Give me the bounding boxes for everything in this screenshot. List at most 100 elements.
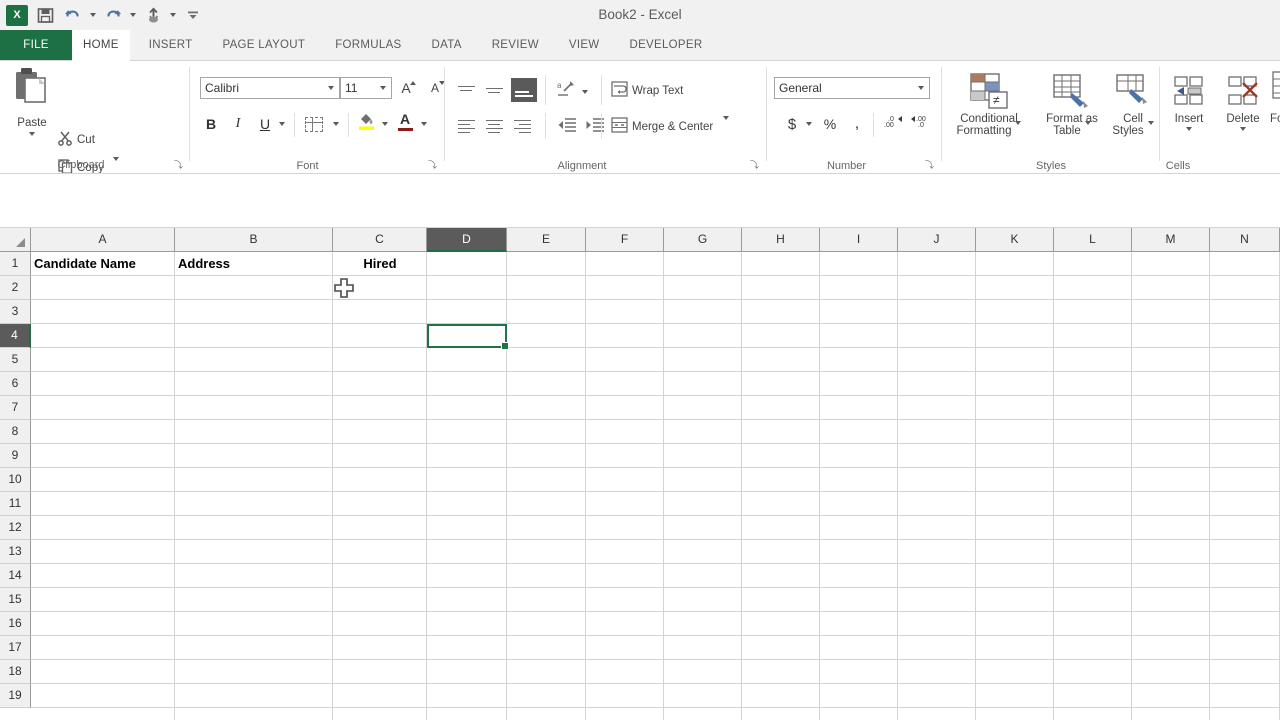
ribbon-tab-insert[interactable]: INSERT <box>138 30 204 61</box>
column-header-L[interactable]: L <box>1054 228 1132 252</box>
row-header-2[interactable]: 2 <box>0 276 31 300</box>
row-header-11[interactable]: 11 <box>0 492 31 516</box>
shrink-font-button[interactable]: A <box>424 77 446 99</box>
number-dialog-launcher[interactable]: ⤵ <box>924 160 935 171</box>
column-header-M[interactable]: M <box>1132 228 1210 252</box>
cell-styles-button[interactable]: Cell Styles <box>1106 69 1160 137</box>
align-right-button[interactable] <box>509 113 535 139</box>
cut-button[interactable]: Cut <box>58 131 95 149</box>
column-header-D[interactable]: D <box>427 228 507 252</box>
column-header-J[interactable]: J <box>898 228 976 252</box>
cell-A1[interactable]: Candidate Name <box>34 252 136 276</box>
paste-dropdown-caret-icon[interactable] <box>6 132 58 136</box>
top-align-button[interactable] <box>453 77 479 103</box>
format-as-table-button[interactable]: Format as Table <box>1036 69 1108 137</box>
active-cell-selection[interactable] <box>427 324 509 350</box>
bottom-align-button[interactable] <box>509 75 539 105</box>
orientation-button[interactable]: a <box>553 77 579 103</box>
row-header-17[interactable]: 17 <box>0 636 31 660</box>
undo-icon[interactable] <box>60 3 86 27</box>
grow-font-button[interactable]: A <box>395 77 417 99</box>
ribbon-tab-view[interactable]: VIEW <box>558 30 611 61</box>
merge-center-dropdown-caret-icon[interactable] <box>723 115 730 134</box>
row-header-4[interactable]: 4 <box>0 324 31 348</box>
row-header-5[interactable]: 5 <box>0 348 31 372</box>
row-header-18[interactable]: 18 <box>0 660 31 684</box>
column-header-A[interactable]: A <box>31 228 175 252</box>
increase-decimal-button[interactable]: .0 .00 <box>881 111 907 133</box>
spreadsheet-grid[interactable]: ABCDEFGHIJKLMN 1 2 3 4 5 6 7 8 9 10 11 12 13 14 15 16 17… <box>0 228 1280 720</box>
paste-button[interactable]: Paste <box>6 117 58 136</box>
column-header-N[interactable]: N <box>1210 228 1280 252</box>
select-all-corner-button[interactable] <box>0 228 31 252</box>
number-format-combo[interactable]: General <box>774 77 930 104</box>
customize-qat-icon[interactable] <box>180 3 206 27</box>
cell-styles-dropdown-caret-icon[interactable] <box>1147 121 1154 137</box>
row-header-3[interactable]: 3 <box>0 300 31 324</box>
insert-cells-button[interactable]: Insert <box>1162 69 1216 131</box>
borders-button[interactable] <box>303 113 325 135</box>
column-header-C[interactable]: C <box>333 228 427 252</box>
ribbon-tab-review[interactable]: REVIEW <box>481 30 550 61</box>
column-header-G[interactable]: G <box>664 228 742 252</box>
font-name-combo[interactable]: Calibri <box>200 77 340 104</box>
conditional-formatting-dropdown-caret-icon[interactable] <box>1015 121 1022 137</box>
row-header-15[interactable]: 15 <box>0 588 31 612</box>
column-header-B[interactable]: B <box>175 228 333 252</box>
column-header-E[interactable]: E <box>507 228 586 252</box>
font-color-button[interactable]: A <box>395 111 417 133</box>
ribbon-tab-formulas[interactable]: FORMULAS <box>324 30 412 61</box>
ribbon-tab-file[interactable]: FILE <box>0 30 72 61</box>
row-header-16[interactable]: 16 <box>0 612 31 636</box>
delete-cells-dropdown-caret-icon[interactable] <box>1216 127 1270 131</box>
percent-format-button[interactable]: % <box>819 113 841 135</box>
decrease-indent-button[interactable] <box>553 113 579 139</box>
row-header-1[interactable]: 1 <box>0 252 31 276</box>
row-header-12[interactable]: 12 <box>0 516 31 540</box>
font-size-caret-icon[interactable] <box>380 86 386 107</box>
touch-mode-icon[interactable] <box>140 3 166 27</box>
column-header-H[interactable]: H <box>742 228 820 252</box>
column-header-K[interactable]: K <box>976 228 1054 252</box>
font-color-dropdown-caret-icon[interactable] <box>418 113 430 135</box>
fill-color-dropdown-caret-icon[interactable] <box>379 113 391 135</box>
wrap-text-button[interactable]: Wrap Text <box>611 81 683 100</box>
row-header-8[interactable]: 8 <box>0 420 31 444</box>
column-header-F[interactable]: F <box>586 228 664 252</box>
fill-color-button[interactable] <box>356 111 378 133</box>
row-header-19[interactable]: 19 <box>0 684 31 708</box>
row-header-14[interactable]: 14 <box>0 564 31 588</box>
accounting-dropdown-caret-icon[interactable] <box>803 113 815 135</box>
format-as-table-dropdown-caret-icon[interactable] <box>1084 121 1091 137</box>
touch-mode-dropdown-caret-icon[interactable] <box>168 3 178 27</box>
row-header-10[interactable]: 10 <box>0 468 31 492</box>
middle-align-button[interactable] <box>481 77 507 103</box>
format-cells-button[interactable]: Fo <box>1270 69 1280 125</box>
conditional-formatting-button[interactable]: ≠ Conditional Formatting <box>944 69 1034 137</box>
cell-C1[interactable]: Hired <box>333 252 427 276</box>
align-center-button[interactable] <box>481 113 507 139</box>
column-header-I[interactable]: I <box>820 228 898 252</box>
ribbon-tab-home[interactable]: HOME <box>72 30 130 61</box>
increase-indent-button[interactable] <box>581 113 607 139</box>
number-format-caret-icon[interactable] <box>918 86 924 107</box>
cell-B1[interactable]: Address <box>178 252 230 276</box>
ribbon-tab-page-layout[interactable]: PAGE LAYOUT <box>211 30 316 61</box>
underline-button[interactable]: U <box>254 113 276 135</box>
align-left-button[interactable] <box>453 113 479 139</box>
ribbon-tab-data[interactable]: DATA <box>421 30 473 61</box>
row-header-7[interactable]: 7 <box>0 396 31 420</box>
underline-dropdown-caret-icon[interactable] <box>276 113 288 135</box>
decrease-decimal-button[interactable]: .00 .0 <box>909 111 935 133</box>
bold-button[interactable]: B <box>200 113 222 135</box>
redo-dropdown-caret-icon[interactable] <box>128 3 138 27</box>
orientation-dropdown-caret-icon[interactable] <box>579 81 591 103</box>
merge-center-button[interactable]: Merge & Center <box>611 115 730 136</box>
row-header-9[interactable]: 9 <box>0 444 31 468</box>
ribbon-tab-developer[interactable]: DEVELOPER <box>618 30 713 61</box>
row-header-13[interactable]: 13 <box>0 540 31 564</box>
font-size-combo[interactable]: 11 <box>340 77 392 104</box>
accounting-format-button[interactable]: $ <box>781 113 803 135</box>
row-header-6[interactable]: 6 <box>0 372 31 396</box>
font-name-caret-icon[interactable] <box>328 86 334 107</box>
